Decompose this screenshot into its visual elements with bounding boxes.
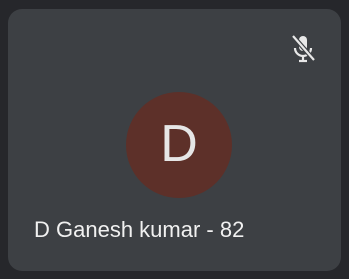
meeting-frame: D D Ganesh kumar - 82: [0, 0, 349, 279]
participant-name: D Ganesh kumar - 82: [34, 217, 245, 242]
mic-off-icon: [283, 29, 323, 69]
avatar: D: [126, 92, 232, 198]
avatar-letter: D: [160, 115, 198, 173]
